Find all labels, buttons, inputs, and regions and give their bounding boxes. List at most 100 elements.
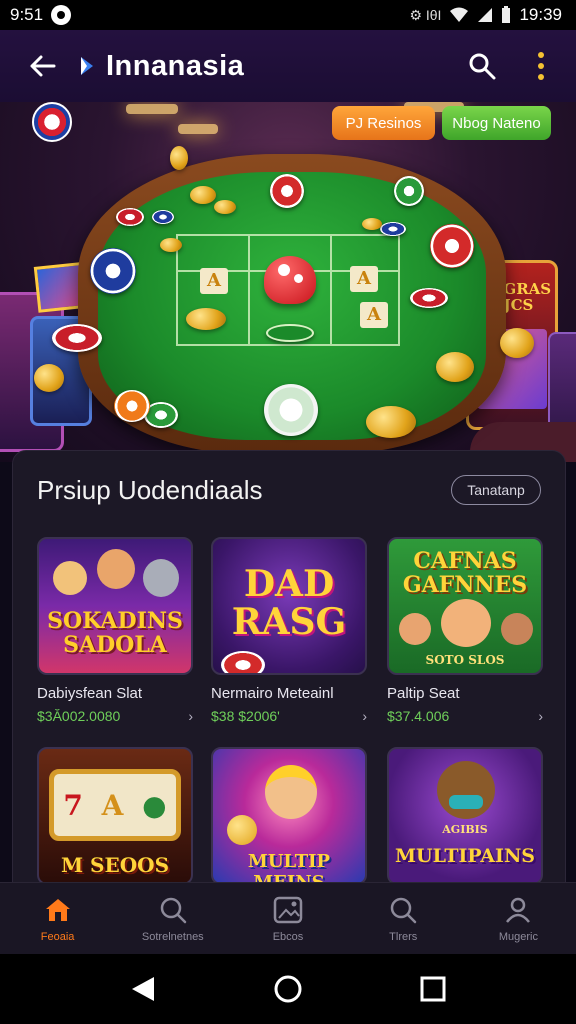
game-thumb-subtitle: SOTO SLOS bbox=[425, 653, 505, 667]
game-thumbnail[interactable]: DAD RASG bbox=[211, 537, 367, 675]
nav-item-search[interactable]: Sotrelnetnes bbox=[115, 883, 230, 954]
status-right: ⚙ ΙθΙ 19:39 bbox=[409, 5, 562, 25]
poker-chip-red bbox=[270, 174, 304, 208]
reel-symbol: 7 bbox=[63, 788, 83, 822]
game-card[interactable]: AGIBIS MULTIPAINS bbox=[387, 747, 543, 885]
game-thumb-title: M SEOOS bbox=[60, 853, 170, 877]
slot-reels: 7 A ● bbox=[49, 769, 181, 841]
section-title: Prsiup Uodendiaals bbox=[37, 475, 263, 505]
status-clock: 19:39 bbox=[519, 5, 562, 24]
chevron-right-icon[interactable]: › bbox=[538, 708, 543, 724]
table-card: A bbox=[200, 268, 228, 294]
ceiling-light bbox=[126, 104, 178, 114]
games-panel: Prsiup Uodendiaals Tanatanp SOKADINS SAD… bbox=[12, 450, 566, 900]
app-title: Innanasia bbox=[106, 49, 245, 82]
chevron-right-icon[interactable]: › bbox=[362, 708, 367, 724]
nav-item-gallery[interactable]: Ebcos bbox=[230, 883, 345, 954]
game-price: $38 $2006' bbox=[211, 708, 280, 724]
game-name: Paltip Seat bbox=[387, 685, 460, 702]
game-card[interactable]: MULTIP MEINS bbox=[211, 747, 367, 885]
nav-label: Mugeric bbox=[498, 930, 538, 943]
app-logo-icon bbox=[81, 57, 93, 75]
hero-banner[interactable]: MCGRAS SJCS A A A PJ Resinos Nbog Nateno bbox=[0, 102, 576, 462]
game-name: Dabiysfean Slat bbox=[37, 685, 143, 702]
game-card[interactable]: 7 A ● M SEOOS bbox=[37, 747, 193, 885]
nav-item-filters[interactable]: Tlrers bbox=[346, 883, 461, 954]
app-bar: Innanasia bbox=[0, 30, 576, 102]
search-icon[interactable] bbox=[460, 44, 504, 88]
battery-icon bbox=[502, 6, 511, 23]
gold-coin bbox=[186, 308, 226, 330]
game-thumbnail[interactable]: AGIBIS MULTIPAINS bbox=[387, 747, 543, 885]
nav-home-icon[interactable] bbox=[268, 969, 308, 1009]
reel-symbol: A bbox=[101, 788, 124, 822]
game-thumb-title: DAD RASG bbox=[231, 563, 347, 643]
game-name: Nermairo Meteainl bbox=[211, 685, 334, 702]
nav-label: Tlrers bbox=[389, 930, 418, 943]
game-thumb-title: MULTIP MEINS bbox=[247, 851, 331, 885]
nav-item-profile[interactable]: Mugeric bbox=[461, 883, 576, 954]
more-vertical-icon[interactable] bbox=[526, 44, 556, 88]
wifi-icon bbox=[450, 7, 469, 22]
promo-pill-orange[interactable]: PJ Resinos bbox=[332, 106, 435, 140]
gold-coin bbox=[190, 186, 216, 204]
notification-icon bbox=[51, 5, 72, 25]
status-time: 9:51 bbox=[10, 5, 44, 24]
game-thumbnail[interactable]: SOKADINS SADOLA bbox=[37, 537, 193, 675]
character-face bbox=[501, 613, 533, 645]
chevron-right-icon[interactable]: › bbox=[188, 708, 193, 724]
ceiling-light bbox=[178, 124, 218, 134]
gold-coin bbox=[160, 238, 182, 252]
poker-chip-orange bbox=[114, 390, 150, 422]
nav-item-home[interactable]: Feoaia bbox=[0, 883, 115, 954]
signal-icon bbox=[478, 8, 493, 22]
character-face bbox=[53, 561, 87, 595]
poker-chip-blue bbox=[90, 248, 136, 294]
game-thumb-subtitle: AGIBIS bbox=[442, 823, 488, 836]
gold-coin bbox=[436, 352, 474, 382]
game-thumbnail[interactable]: 7 A ● M SEOOS bbox=[37, 747, 193, 885]
nav-label: Sotrelnetnes bbox=[141, 930, 204, 943]
reel-symbol: ● bbox=[142, 788, 167, 822]
game-thumbnail[interactable]: MULTIP MEINS bbox=[211, 747, 367, 885]
game-thumbnail[interactable]: CAFNAS GAFNNES SOTO SLOS bbox=[387, 537, 543, 675]
game-card[interactable]: SOKADINS SADOLA Dabiysfean Slat $3Ă002.0… bbox=[37, 537, 193, 724]
nav-label: Ebcos bbox=[272, 930, 304, 943]
nav-back-icon[interactable] bbox=[123, 969, 163, 1009]
status-bar: 9:51 ⚙ ΙθΙ 19:39 bbox=[0, 0, 576, 30]
character-face bbox=[441, 599, 491, 647]
game-thumb-title: CAFNAS GAFNNES bbox=[402, 548, 528, 598]
game-thumb-title: SOKADINS SADOLA bbox=[47, 608, 183, 658]
poker-chip-white bbox=[264, 384, 318, 436]
game-price-row: $3Ă002.0080 › bbox=[37, 708, 193, 724]
table-chip-slot bbox=[266, 324, 314, 342]
status-left: 9:51 bbox=[10, 5, 72, 25]
back-arrow-icon[interactable] bbox=[20, 44, 64, 88]
status-indicators: ⚙ ΙθΙ bbox=[409, 6, 442, 23]
gold-coin bbox=[500, 328, 534, 358]
poker-chip-blue bbox=[152, 210, 174, 224]
game-thumb-title: MULTIPAINS bbox=[394, 845, 536, 867]
character-face bbox=[143, 559, 179, 597]
app-screen: 9:51 ⚙ ΙθΙ 19:39 Innanasia MCGRAS SJCS A… bbox=[0, 0, 576, 1024]
gold-coin bbox=[362, 218, 382, 230]
game-price: $3Ă002.0080 bbox=[37, 708, 121, 724]
promo-pill-green[interactable]: Nbog Nateno bbox=[442, 106, 551, 140]
poker-chip-red bbox=[410, 288, 448, 308]
search-magnifier-icon bbox=[158, 895, 188, 925]
nav-recents-icon[interactable] bbox=[413, 969, 453, 1009]
character-face bbox=[399, 613, 431, 645]
nav-label: Feoaia bbox=[40, 930, 75, 943]
poker-chip-red bbox=[52, 324, 102, 352]
search-icon bbox=[388, 895, 418, 925]
gold-coin bbox=[34, 364, 64, 392]
section-view-button[interactable]: Tanatanp bbox=[451, 475, 541, 505]
poker-chip-red bbox=[430, 224, 474, 268]
image-icon bbox=[273, 895, 303, 925]
poker-chip-red bbox=[221, 651, 265, 673]
table-card: A bbox=[350, 266, 378, 292]
region-flag-icon[interactable] bbox=[32, 102, 72, 142]
game-card[interactable]: DAD RASG Nermairo Meteainl $38 $2006' › bbox=[211, 537, 367, 724]
gold-coin bbox=[214, 200, 236, 214]
game-card[interactable]: CAFNAS GAFNNES SOTO SLOS Paltip Seat $37… bbox=[387, 537, 543, 724]
